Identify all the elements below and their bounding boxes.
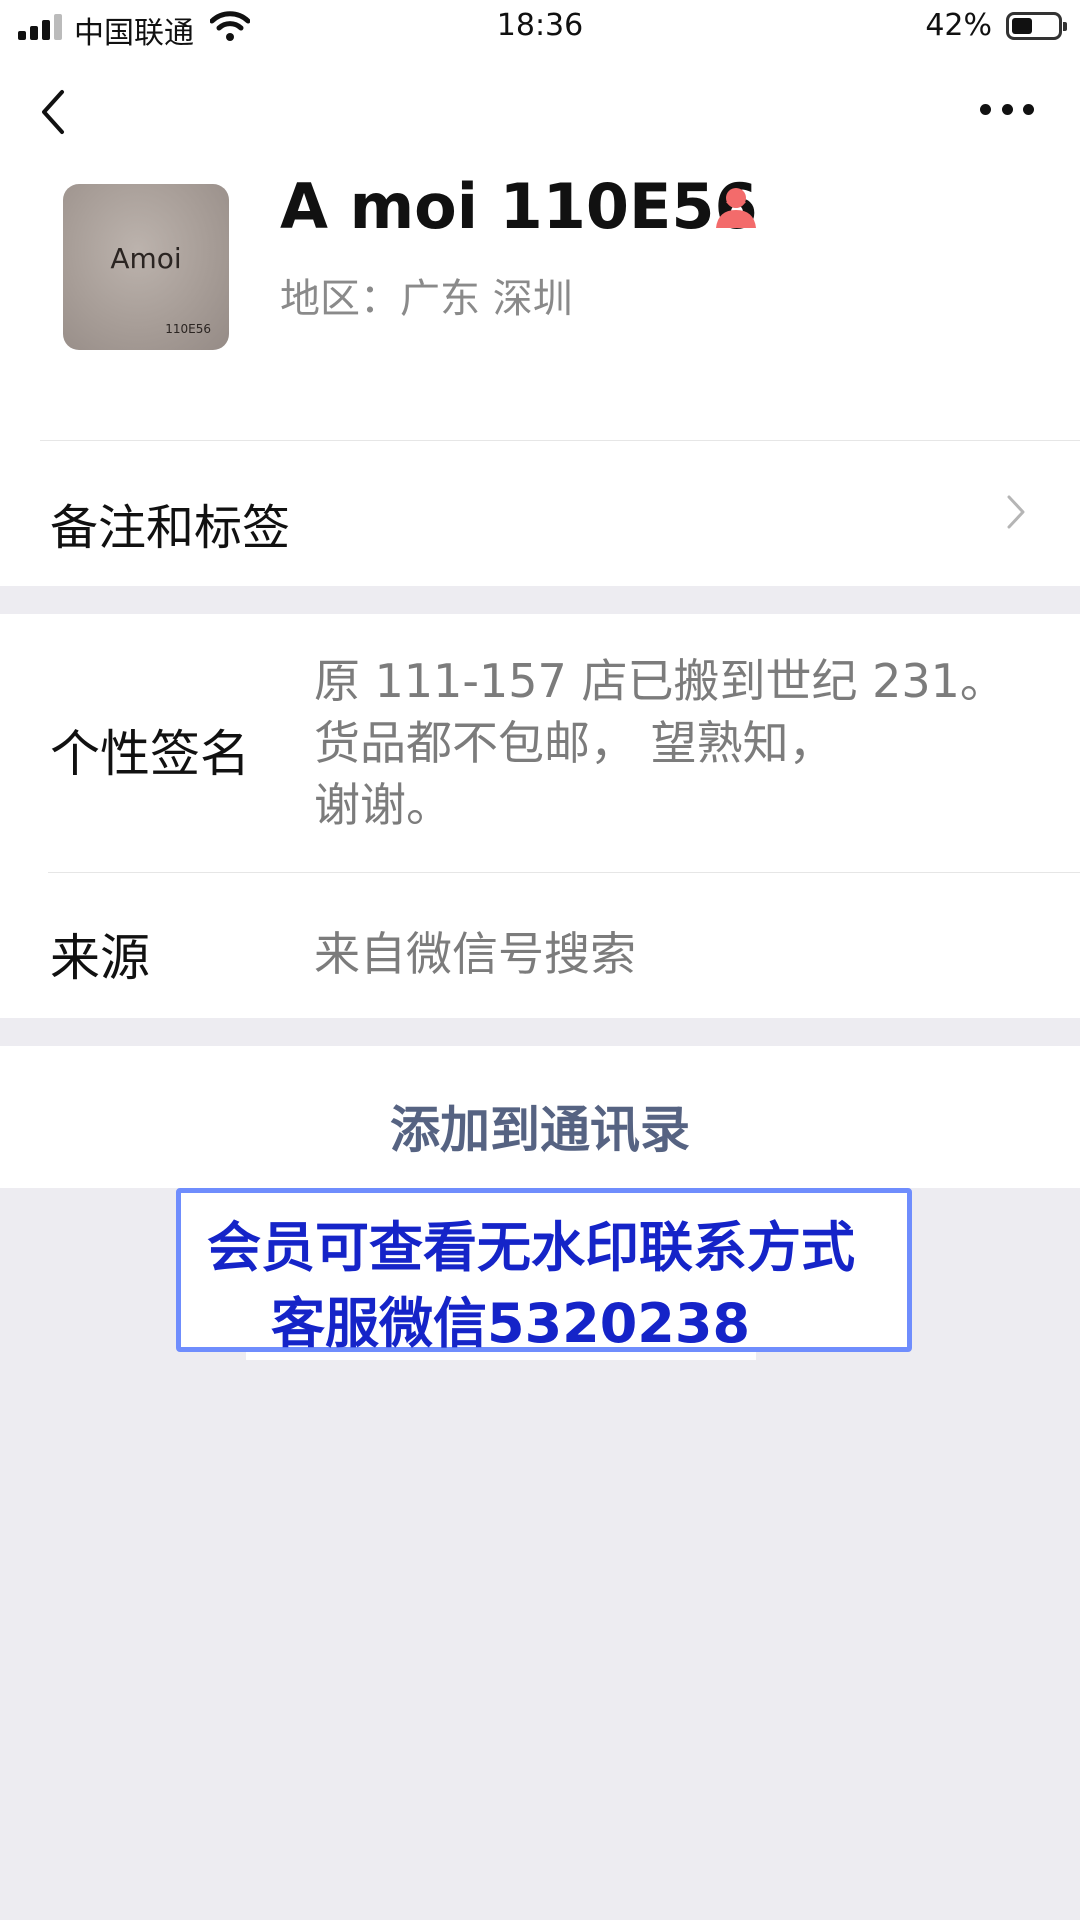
source-value: 来自微信号搜索	[314, 927, 636, 981]
chevron-right-icon	[1007, 495, 1025, 529]
add-to-contacts-label: 添加到通讯录	[390, 1101, 690, 1159]
contact-name: A moi 110E56	[280, 170, 758, 243]
signature-text: 原 111-157 店已搬到世纪 231。 货品都不包邮， 望熟知， 谢谢。	[314, 650, 1006, 836]
signature-label: 个性签名	[50, 725, 250, 783]
female-icon	[716, 188, 756, 228]
signature-line: 货品都不包邮， 望熟知，	[314, 716, 835, 770]
back-icon[interactable]	[36, 84, 76, 140]
status-time: 18:36	[496, 8, 584, 43]
remark-tags-label: 备注和标签	[50, 500, 291, 556]
watermark-line-1: 会员可查看无水印联系方式	[207, 1216, 855, 1279]
watermark-line-2: 客服微信5320238	[271, 1292, 751, 1355]
source-label: 来源	[50, 929, 150, 987]
contact-region: 地区：广东 深圳	[280, 276, 573, 322]
info-card: 个性签名 原 111-157 店已搬到世纪 231。 货品都不包邮， 望熟知， …	[0, 614, 1080, 1018]
remark-tags-row[interactable]: 备注和标签	[0, 440, 1080, 586]
watermark-banner: 会员可查看无水印联系方式 客服微信5320238	[176, 1188, 912, 1355]
add-to-contacts-button[interactable]: 添加到通讯录	[0, 1046, 1080, 1188]
avatar-model-text: 110E56	[165, 322, 211, 336]
signature-line: 原 111-157 店已搬到世纪 231。	[314, 654, 1006, 708]
profile-card: Amoi 110E56 A moi 110E56 地区：广东 深圳 备注和标签	[0, 54, 1080, 586]
avatar-brand-text: Amoi	[110, 242, 182, 275]
avatar[interactable]: Amoi 110E56	[63, 184, 229, 350]
more-options-icon[interactable]	[980, 104, 1034, 118]
signature-line: 谢谢。	[314, 778, 452, 832]
status-bar: 中国联通 18:36 42%	[0, 0, 1080, 54]
battery-icon	[1006, 12, 1067, 40]
battery-percentage: 42%	[925, 8, 992, 43]
divider	[48, 872, 1080, 873]
